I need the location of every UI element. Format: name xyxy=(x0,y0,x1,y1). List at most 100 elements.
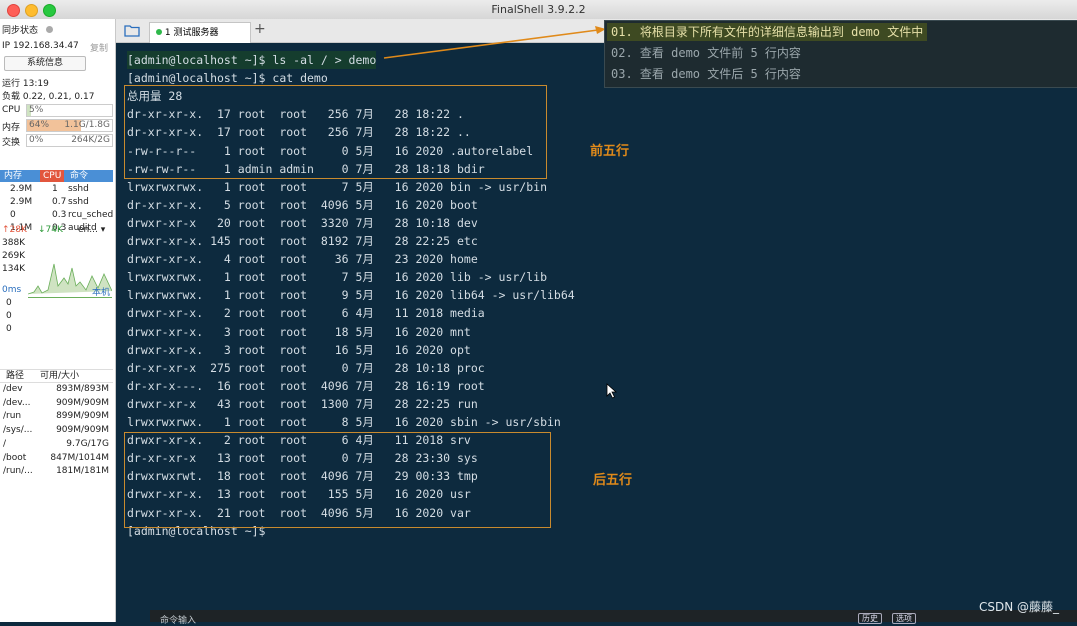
net-down: ↓74K xyxy=(38,225,63,235)
tab-test-server[interactable]: 1 测试服务器 xyxy=(149,22,251,43)
disk-row[interactable]: /boot 847M/1014M xyxy=(0,452,113,465)
disk-size: 899M/909M xyxy=(56,411,109,422)
add-tab-button[interactable]: + xyxy=(254,21,266,37)
terminal-output-line: dr-xr-xr-x. 5 root root 4096 5月 16 2020 … xyxy=(127,197,478,212)
system-info-button[interactable]: 系统信息 xyxy=(4,56,86,71)
ping-latency: 0ms xyxy=(2,285,22,295)
net-up: ↑28K xyxy=(2,225,27,235)
disk-table-header: 路径 可用/大小 xyxy=(0,369,113,383)
terminal-prompt-line: [admin@localhost ~]$ ls -al / > demo xyxy=(127,51,377,69)
process-table-header: 内存 CPU 命令 xyxy=(0,170,113,182)
disk-size: 909M/909M xyxy=(56,397,109,408)
process-cpu: 1 xyxy=(52,184,58,194)
disk-size: 847M/1014M xyxy=(50,452,109,463)
disk-col-path[interactable]: 路径 xyxy=(6,370,24,382)
net-iface-label: en... xyxy=(78,225,98,235)
process-row[interactable]: 2.9M 1 sshd xyxy=(0,183,113,196)
process-row[interactable]: 0 0.3 rcu_sched xyxy=(0,209,113,222)
status-bar xyxy=(150,610,1077,622)
mem-label: 内存 xyxy=(2,123,21,133)
disk-row[interactable]: /dev... 909M/909M xyxy=(0,397,113,410)
terminal-output-line: drwxr-xr-x. 2 root root 6 4月 11 2018 med… xyxy=(127,306,485,321)
chevron-down-icon: ▾ xyxy=(100,225,106,235)
disk-path: /dev xyxy=(3,384,23,394)
disk-size: 893M/893M xyxy=(56,384,109,394)
options-button[interactable]: 选项 xyxy=(892,613,916,624)
command-input[interactable]: 命令输入 xyxy=(160,613,196,626)
process-cpu: 0.7 xyxy=(52,197,67,207)
window-title: FinalShell 3.9.2.2 xyxy=(491,3,586,16)
ip-address: IP 192.168.34.47 xyxy=(2,41,79,51)
hint-item-2[interactable]: 02. 查看 demo 文件前 5 行内容 xyxy=(611,44,801,62)
ping-row: 0 xyxy=(6,311,12,321)
swap-bar: 0% 264K/2G xyxy=(26,134,113,147)
ping-row: 0 xyxy=(6,298,12,308)
disk-path: / xyxy=(3,438,7,449)
sync-status-label: 同步状态 xyxy=(2,26,39,36)
disk-path: /run xyxy=(3,411,22,422)
hint-item-1[interactable]: 01. 将根目录下所有文件的详细信息输出到 demo 文件中 xyxy=(607,23,928,41)
uptime: 运行 13:19 xyxy=(2,79,49,89)
disk-size: 9.7G/17G xyxy=(66,438,109,449)
process-cmd: sshd xyxy=(68,184,89,194)
disk-size: 909M/909M xyxy=(56,425,109,436)
hint-item-3[interactable]: 03. 查看 demo 文件后 5 行内容 xyxy=(611,65,801,83)
proc-col-cmd[interactable]: 命令 xyxy=(70,170,88,182)
swap-percent: 0% xyxy=(29,135,44,145)
watermark: CSDN @藤藤_ xyxy=(978,600,1059,614)
terminal-output-line: drwxr-xr-x. 4 root root 36 7月 23 2020 ho… xyxy=(127,252,478,267)
command-hint-panel: 01. 将根目录下所有文件的详细信息输出到 demo 文件中 02. 查看 de… xyxy=(604,20,1077,88)
sync-dot-icon xyxy=(45,26,53,33)
terminal-output-line: drwxr-xr-x 43 root root 1300 7月 28 22:25… xyxy=(127,396,478,411)
annotation-first-five: 前五行 xyxy=(590,144,630,159)
process-cmd: rcu_sched xyxy=(68,210,114,220)
disk-path: /dev... xyxy=(3,397,31,408)
disk-row[interactable]: /run/... 181M/181M xyxy=(0,465,113,478)
first-five-box xyxy=(124,85,547,179)
cpu-value: 5% xyxy=(29,105,44,115)
process-cpu: 0.3 xyxy=(52,210,67,220)
terminal-output-line: lrwxrwxrwx. 1 root root 7 5月 16 2020 lib… xyxy=(127,270,547,285)
disk-path: /boot xyxy=(3,452,27,463)
title-bar: FinalShell 3.9.2.2 xyxy=(0,0,1077,20)
proc-col-cpu[interactable]: CPU xyxy=(40,170,65,182)
mem-value: 1.1G/1.8G xyxy=(64,120,110,130)
disk-col-size[interactable]: 可用/大小 xyxy=(40,370,79,382)
net-scale-3: 134K xyxy=(2,264,26,274)
process-row[interactable]: 2.9M 0.7 sshd xyxy=(0,196,113,209)
connected-dot-icon xyxy=(156,29,162,35)
disk-path: /sys/... xyxy=(3,425,33,436)
terminal-output-line: dr-xr-x---. 16 root root 4096 7月 28 16:1… xyxy=(127,378,485,393)
net-interface-select[interactable]: en... ▾ xyxy=(78,225,105,235)
swap-label: 交换 xyxy=(2,138,21,148)
terminal-output-line: drwxr-xr-x. 145 root root 8192 7月 28 22:… xyxy=(127,234,478,248)
load-average: 负载 0.22, 0.21, 0.17 xyxy=(2,92,95,102)
mem-percent: 64% xyxy=(29,120,50,130)
terminal-output-line: dr-xr-xr-x 275 root root 0 7月 28 10:18 p… xyxy=(127,360,485,375)
annotation-last-five: 后五行 xyxy=(593,473,633,488)
folder-icon[interactable] xyxy=(124,24,140,37)
proc-col-mem[interactable]: 内存 xyxy=(4,170,22,182)
process-mem: 0 xyxy=(10,210,16,220)
terminal[interactable]: [admin@localhost ~]$ ls -al / > demo [adm… xyxy=(116,43,1077,610)
arrow-icon xyxy=(383,26,606,59)
history-button[interactable]: 历史 xyxy=(858,613,882,624)
terminal-output-line: drwxr-xr-x. 3 root root 16 5月 16 2020 op… xyxy=(127,342,471,357)
terminal-output-line: lrwxrwxrwx. 1 root root 7 5月 16 2020 bin… xyxy=(127,179,547,194)
disk-row[interactable]: /sys/... 909M/909M xyxy=(0,424,113,437)
net-scale-2: 269K xyxy=(2,251,26,261)
copy-ip-button[interactable]: 复制 xyxy=(90,41,108,54)
disk-path: /run/... xyxy=(3,466,33,477)
disk-row[interactable]: / 9.7G/17G xyxy=(0,438,113,451)
mem-bar: 64% 1.1G/1.8G xyxy=(26,119,113,132)
terminal-output-line: drwxr-xr-x. 3 root root 18 5月 16 2020 mn… xyxy=(127,324,471,339)
mouse-pointer-icon xyxy=(606,383,618,399)
disk-row[interactable]: /dev 893M/893M xyxy=(0,383,113,396)
sidebar: 同步状态 IP 192.168.34.47 复制 系统信息 运行 13:19 负… xyxy=(0,19,116,622)
net-scale-1: 388K xyxy=(2,238,26,248)
disk-row[interactable]: /run 899M/909M xyxy=(0,410,113,423)
swap-value: 264K/2G xyxy=(71,135,110,145)
process-mem: 2.9M xyxy=(10,197,33,207)
terminal-output-line: drwxr-xr-x 20 root root 3320 7月 28 10:18… xyxy=(127,215,478,230)
ping-host[interactable]: 本机 xyxy=(92,285,110,298)
